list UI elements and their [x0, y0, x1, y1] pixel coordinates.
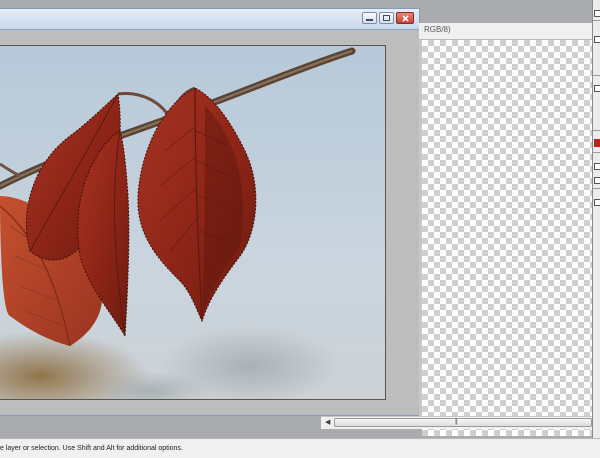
- panel-divider: [593, 75, 600, 76]
- foreground-color-swatch[interactable]: [594, 139, 600, 147]
- panel-swatch-box[interactable]: [594, 199, 600, 206]
- scrollbar-thumb[interactable]: |||: [334, 418, 592, 427]
- document-window-photo[interactable]: [0, 8, 420, 416]
- panel-divider: [593, 188, 600, 189]
- scrollbar-grip-icon: |||: [455, 419, 458, 425]
- document-window-transparent[interactable]: RGB/8): [419, 23, 592, 436]
- window-titlebar[interactable]: [0, 9, 419, 30]
- close-button[interactable]: [396, 12, 414, 24]
- panel-swatch-box[interactable]: [594, 85, 600, 92]
- transparent-canvas[interactable]: [422, 40, 592, 436]
- window-controls: [362, 12, 414, 24]
- scroll-left-arrow-icon[interactable]: ◀: [325, 419, 330, 427]
- status-hint: e layer or selection. Use Shift and Alt …: [0, 445, 183, 452]
- minimize-button[interactable]: [362, 12, 377, 24]
- panel-divider: [593, 130, 600, 131]
- panel-swatch-box[interactable]: [594, 163, 600, 170]
- document-tab[interactable]: RGB/8): [419, 23, 592, 40]
- panels-strip[interactable]: [592, 0, 600, 438]
- horizontal-scrollbar[interactable]: ◀ |||: [321, 416, 592, 429]
- photo-canvas[interactable]: [0, 45, 386, 400]
- restore-button[interactable]: [379, 12, 394, 24]
- document-title: RGB/8): [424, 25, 451, 34]
- panel-swatch-box[interactable]: [594, 10, 600, 17]
- restore-icon: [383, 15, 390, 21]
- leaf-photo: [0, 46, 385, 399]
- close-icon: [401, 14, 409, 22]
- panel-swatch-box[interactable]: [594, 36, 600, 43]
- panel-divider: [593, 20, 600, 21]
- panel-divider: [593, 152, 600, 153]
- panel-swatch-box[interactable]: [594, 177, 600, 184]
- status-bar: e layer or selection. Use Shift and Alt …: [0, 438, 600, 458]
- minimize-icon: [366, 18, 373, 21]
